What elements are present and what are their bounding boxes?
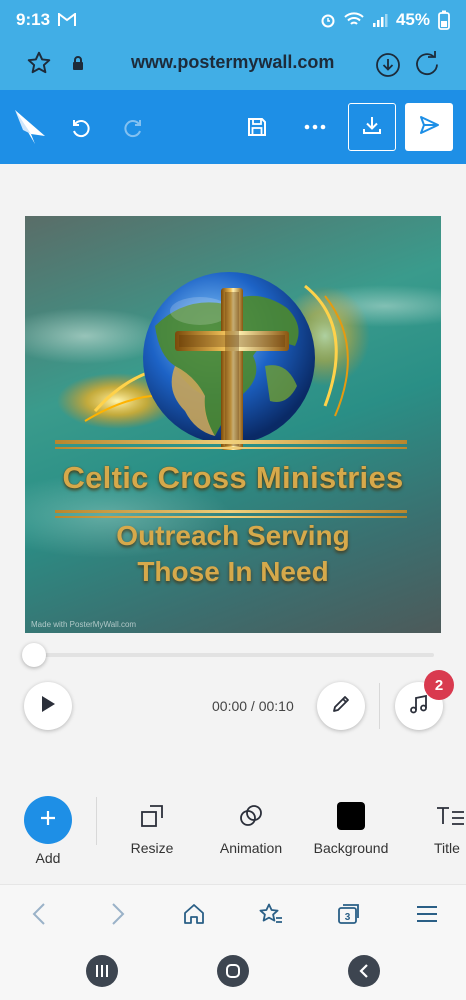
bookmarks-icon[interactable] bbox=[246, 885, 296, 943]
signal-icon bbox=[372, 13, 388, 27]
audio-count-badge: 2 bbox=[424, 670, 454, 700]
postermywall-logo-icon[interactable] bbox=[10, 90, 50, 164]
reload-icon[interactable] bbox=[414, 51, 440, 77]
animation-icon bbox=[237, 798, 265, 834]
title-text-icon bbox=[434, 798, 464, 834]
back-icon[interactable] bbox=[14, 885, 64, 943]
status-bar: 9:13 45% bbox=[0, 0, 466, 40]
add-label: Add bbox=[35, 850, 61, 866]
poster-subtitle-line2[interactable]: Those In Need bbox=[25, 556, 441, 588]
svg-text:3: 3 bbox=[345, 912, 351, 923]
alarm-icon bbox=[320, 12, 336, 28]
timeline-track[interactable] bbox=[34, 653, 434, 657]
resize-tool[interactable]: Resize bbox=[128, 798, 176, 856]
system-back-icon[interactable] bbox=[348, 955, 380, 987]
animation-label: Animation bbox=[219, 840, 283, 856]
browser-navigation: 3 bbox=[0, 884, 466, 942]
background-color-swatch bbox=[336, 798, 366, 834]
play-icon bbox=[40, 695, 56, 718]
poster-watermark: Made with PosterMyWall.com bbox=[31, 620, 137, 629]
gmail-icon bbox=[58, 13, 77, 27]
browser-bar: www.postermywall.com bbox=[0, 40, 466, 90]
battery-icon bbox=[438, 10, 450, 30]
more-options-icon[interactable] bbox=[298, 90, 332, 164]
forward-icon[interactable] bbox=[93, 885, 143, 943]
share-button[interactable] bbox=[405, 103, 453, 151]
poster-subtitle-line1[interactable]: Outreach Serving bbox=[25, 520, 441, 552]
url-bar[interactable]: www.postermywall.com bbox=[79, 52, 334, 73]
resize-label: Resize bbox=[130, 840, 174, 856]
pencil-icon bbox=[330, 693, 352, 720]
edit-button[interactable] bbox=[317, 682, 365, 730]
home-button-icon[interactable] bbox=[217, 955, 249, 987]
timeline-scrubber-handle[interactable] bbox=[22, 643, 46, 667]
tools-divider bbox=[96, 797, 97, 845]
background-label: Background bbox=[313, 840, 389, 856]
download-circle-icon[interactable] bbox=[375, 52, 401, 78]
plus-icon bbox=[38, 808, 58, 833]
system-navigation bbox=[0, 942, 466, 1000]
menu-icon[interactable] bbox=[402, 885, 452, 943]
send-icon bbox=[418, 114, 440, 141]
wifi-icon bbox=[344, 12, 364, 28]
player-divider bbox=[379, 683, 380, 729]
status-time: 9:13 bbox=[16, 10, 51, 29]
play-button[interactable] bbox=[24, 682, 72, 730]
resize-icon bbox=[138, 798, 166, 834]
animation-tool[interactable]: Animation bbox=[217, 798, 285, 856]
title-label: Title bbox=[434, 840, 460, 856]
tabs-icon[interactable]: 3 bbox=[324, 885, 374, 943]
save-icon[interactable] bbox=[240, 90, 274, 164]
battery-level: 45% bbox=[395, 10, 430, 29]
playback-time: 00:00 / 00:10 bbox=[212, 698, 294, 714]
poster-canvas[interactable]: Celtic Cross Ministries Outreach Serving… bbox=[25, 216, 441, 633]
poster-title[interactable]: Celtic Cross Ministries bbox=[25, 460, 441, 496]
music-note-icon bbox=[408, 693, 430, 720]
add-button[interactable] bbox=[24, 796, 72, 844]
redo-icon[interactable] bbox=[118, 90, 152, 164]
recent-apps-icon[interactable] bbox=[86, 955, 118, 987]
download-button[interactable] bbox=[348, 103, 396, 151]
title-tool[interactable]: Title bbox=[434, 798, 466, 856]
editor-toolbar bbox=[0, 90, 466, 164]
download-icon bbox=[361, 114, 383, 141]
undo-icon[interactable] bbox=[62, 90, 96, 164]
home-icon[interactable] bbox=[169, 885, 219, 943]
bookmark-star-icon[interactable] bbox=[26, 50, 52, 76]
background-tool[interactable]: Background bbox=[310, 798, 392, 856]
